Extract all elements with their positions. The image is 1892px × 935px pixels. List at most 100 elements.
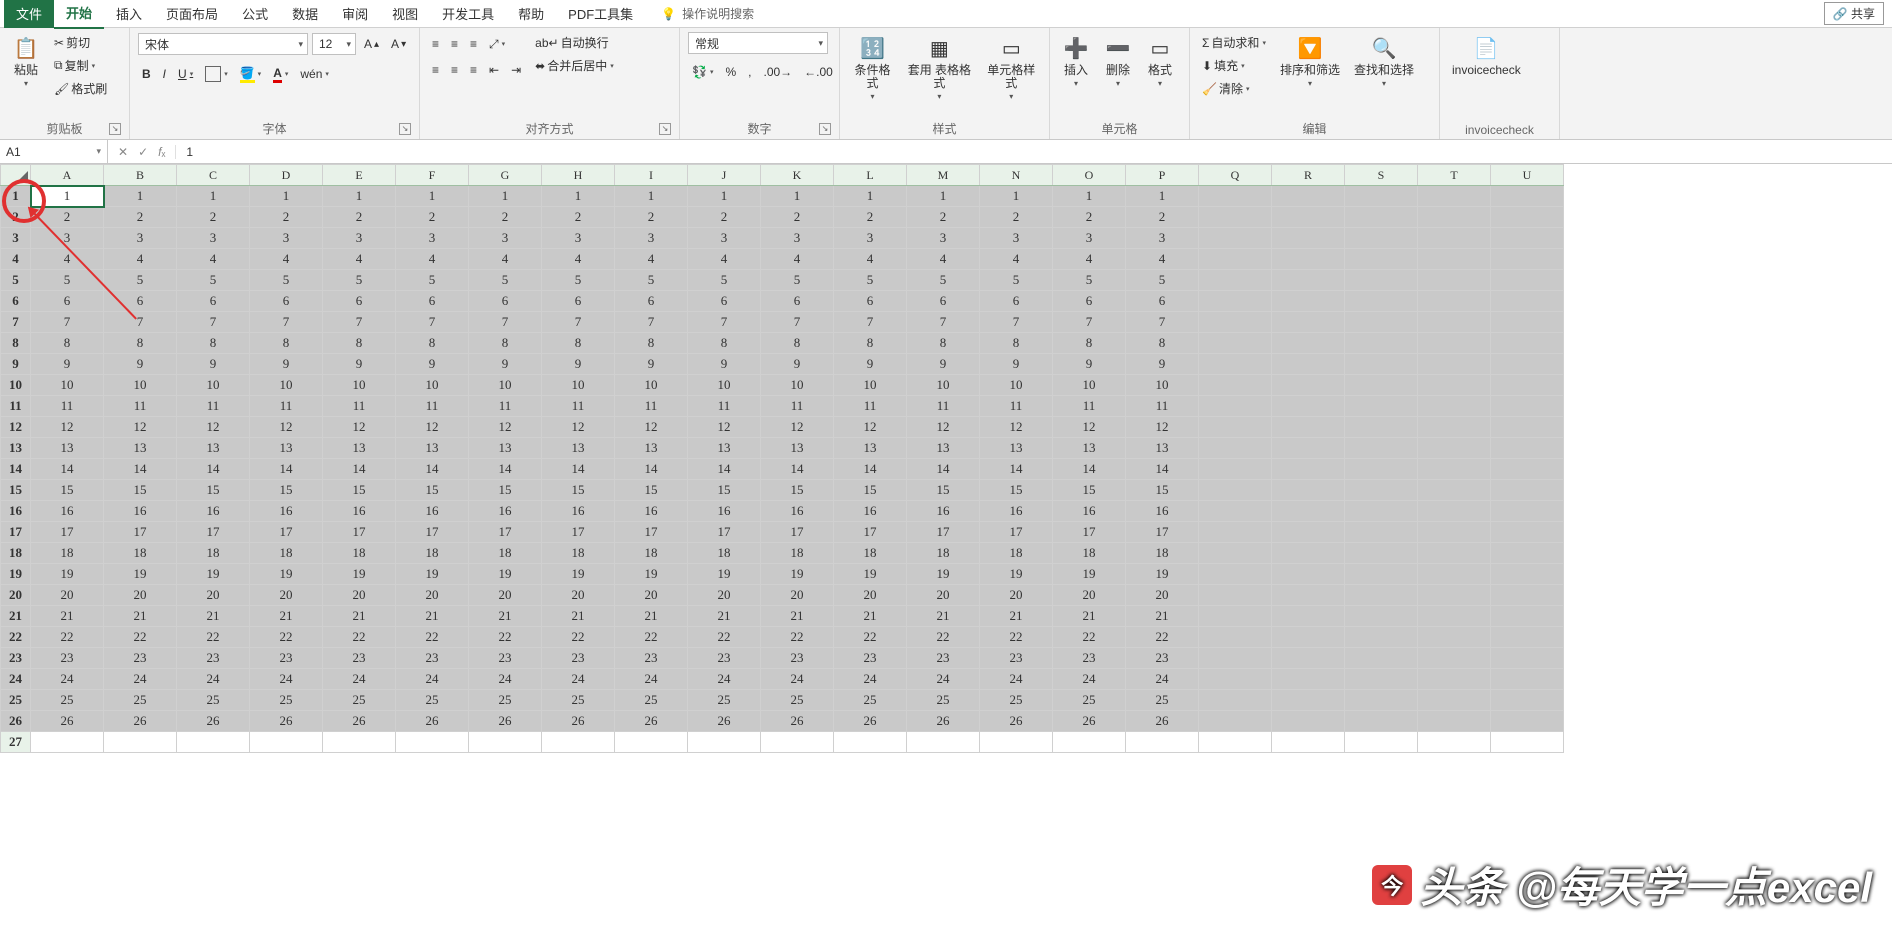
cell[interactable]: 3 xyxy=(834,228,907,249)
cell[interactable]: 9 xyxy=(396,354,469,375)
cell[interactable]: 8 xyxy=(688,333,761,354)
insert-cells-button[interactable]: ➕插入▾ xyxy=(1058,32,1094,90)
cell[interactable]: 25 xyxy=(834,690,907,711)
cell[interactable]: 4 xyxy=(177,249,250,270)
cell[interactable]: 19 xyxy=(396,564,469,585)
cell[interactable]: 17 xyxy=(980,522,1053,543)
cell[interactable]: 8 xyxy=(980,333,1053,354)
cell[interactable]: 26 xyxy=(104,711,177,732)
cell[interactable]: 22 xyxy=(542,627,615,648)
cell[interactable]: 18 xyxy=(907,543,980,564)
cell[interactable] xyxy=(1491,711,1564,732)
cell[interactable]: 18 xyxy=(761,543,834,564)
cell[interactable]: 15 xyxy=(907,480,980,501)
cell[interactable]: 21 xyxy=(396,606,469,627)
cell[interactable]: 13 xyxy=(104,438,177,459)
cell[interactable]: 8 xyxy=(323,333,396,354)
cell[interactable]: 24 xyxy=(761,669,834,690)
cell[interactable]: 12 xyxy=(396,417,469,438)
cell[interactable]: 15 xyxy=(834,480,907,501)
cell[interactable] xyxy=(980,732,1053,753)
column-header[interactable]: J xyxy=(688,165,761,186)
cell[interactable]: 21 xyxy=(31,606,104,627)
cell[interactable] xyxy=(1272,648,1345,669)
cell[interactable]: 22 xyxy=(615,627,688,648)
cell[interactable]: 17 xyxy=(396,522,469,543)
align-bottom-button[interactable]: ≡ xyxy=(466,35,481,53)
cell[interactable] xyxy=(1345,522,1418,543)
column-header[interactable]: L xyxy=(834,165,907,186)
cell[interactable]: 26 xyxy=(761,711,834,732)
cell[interactable] xyxy=(1345,564,1418,585)
cell[interactable]: 8 xyxy=(907,333,980,354)
cell[interactable]: 11 xyxy=(31,396,104,417)
cell[interactable] xyxy=(1418,690,1491,711)
cell[interactable]: 18 xyxy=(688,543,761,564)
cell[interactable]: 17 xyxy=(1053,522,1126,543)
cell[interactable] xyxy=(1272,312,1345,333)
cell[interactable] xyxy=(1345,501,1418,522)
cell[interactable] xyxy=(1272,501,1345,522)
cell[interactable]: 17 xyxy=(688,522,761,543)
column-header[interactable]: H xyxy=(542,165,615,186)
cell[interactable]: 21 xyxy=(323,606,396,627)
cell[interactable]: 15 xyxy=(615,480,688,501)
column-header[interactable]: U xyxy=(1491,165,1564,186)
cell[interactable]: 17 xyxy=(250,522,323,543)
cell[interactable]: 24 xyxy=(542,669,615,690)
cell[interactable]: 18 xyxy=(615,543,688,564)
row-header[interactable]: 5 xyxy=(1,270,31,291)
cell[interactable]: 13 xyxy=(396,438,469,459)
cell[interactable]: 22 xyxy=(1126,627,1199,648)
cell[interactable] xyxy=(1199,207,1272,228)
cell[interactable]: 26 xyxy=(615,711,688,732)
cell[interactable]: 1 xyxy=(907,186,980,207)
menu-file[interactable]: 文件 xyxy=(4,0,54,28)
cancel-formula-icon[interactable]: ✕ xyxy=(118,145,128,159)
cell[interactable]: 22 xyxy=(834,627,907,648)
font-name-select[interactable]: 宋体 xyxy=(138,33,308,55)
cell[interactable] xyxy=(1199,543,1272,564)
cell[interactable]: 10 xyxy=(907,375,980,396)
column-header[interactable]: K xyxy=(761,165,834,186)
cell[interactable] xyxy=(1345,585,1418,606)
cell[interactable] xyxy=(1199,606,1272,627)
cell[interactable]: 17 xyxy=(907,522,980,543)
cell[interactable]: 10 xyxy=(323,375,396,396)
clear-button[interactable]: 🧹 清除▾ xyxy=(1198,78,1270,99)
cell[interactable]: 21 xyxy=(542,606,615,627)
cell[interactable]: 7 xyxy=(834,312,907,333)
cell[interactable]: 25 xyxy=(1053,690,1126,711)
cell[interactable]: 11 xyxy=(1126,396,1199,417)
cell[interactable] xyxy=(1418,228,1491,249)
row-header[interactable]: 26 xyxy=(1,711,31,732)
cell[interactable]: 4 xyxy=(615,249,688,270)
cell[interactable] xyxy=(1199,249,1272,270)
cell[interactable]: 22 xyxy=(31,627,104,648)
cell[interactable]: 18 xyxy=(834,543,907,564)
cell[interactable] xyxy=(1272,249,1345,270)
cell[interactable] xyxy=(1126,732,1199,753)
cell[interactable]: 12 xyxy=(907,417,980,438)
cell[interactable]: 24 xyxy=(907,669,980,690)
cell[interactable]: 15 xyxy=(1053,480,1126,501)
cell[interactable]: 17 xyxy=(1126,522,1199,543)
cell[interactable] xyxy=(1418,459,1491,480)
border-button[interactable]: ▾ xyxy=(201,64,232,84)
row-header[interactable]: 10 xyxy=(1,375,31,396)
cell[interactable] xyxy=(1345,291,1418,312)
cell[interactable]: 22 xyxy=(469,627,542,648)
cell[interactable]: 18 xyxy=(980,543,1053,564)
cell[interactable]: 7 xyxy=(980,312,1053,333)
cell[interactable] xyxy=(1418,564,1491,585)
cell[interactable]: 17 xyxy=(104,522,177,543)
cell[interactable] xyxy=(1491,207,1564,228)
cell[interactable]: 8 xyxy=(250,333,323,354)
cell[interactable]: 2 xyxy=(31,207,104,228)
cell[interactable] xyxy=(1053,732,1126,753)
cell[interactable] xyxy=(1491,228,1564,249)
copy-button[interactable]: ⧉复制▾ xyxy=(50,55,111,76)
cell[interactable]: 19 xyxy=(834,564,907,585)
cell[interactable] xyxy=(1491,291,1564,312)
cell[interactable]: 9 xyxy=(907,354,980,375)
